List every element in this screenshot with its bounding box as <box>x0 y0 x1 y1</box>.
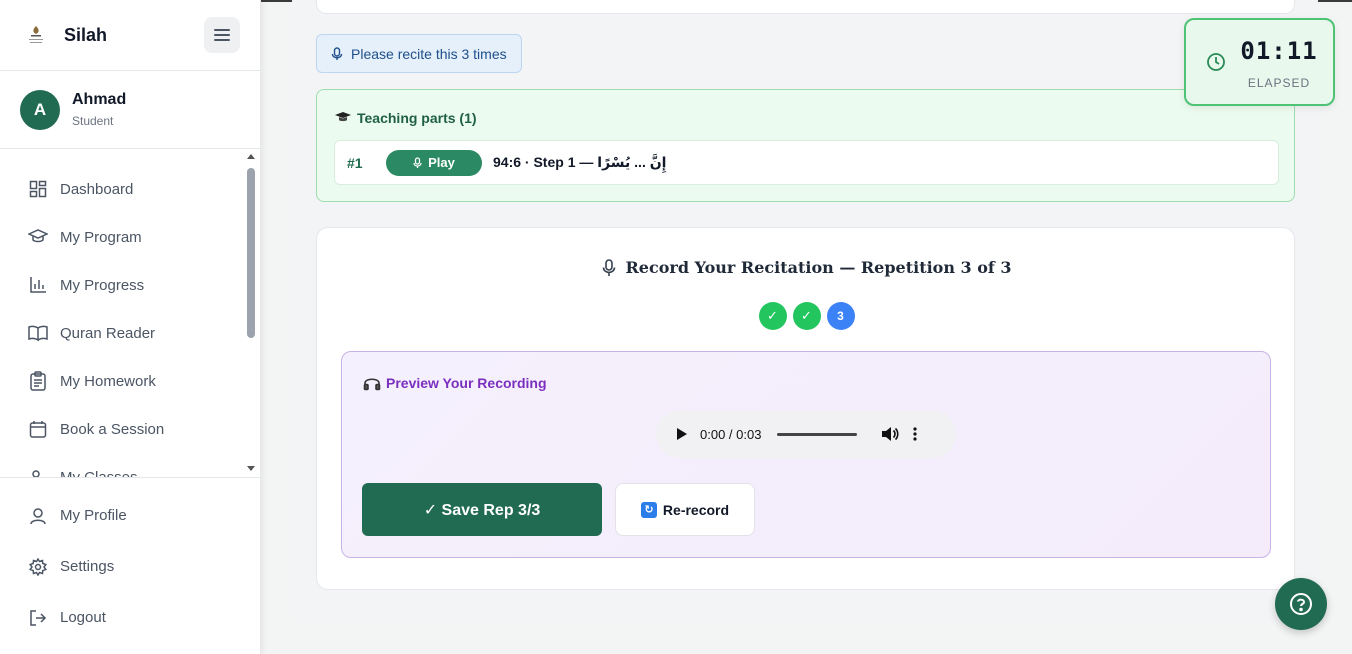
microphone-icon <box>413 156 422 168</box>
teaching-part-row: #1 Play 94:6 · Step 1 — إِنَّ ... يُسْرً… <box>334 140 1279 185</box>
teaching-parts-panel: Teaching parts (1) #1 Play 94:6 · Step 1… <box>316 89 1295 202</box>
sidebar-item-my-homework[interactable]: My Homework <box>0 357 260 405</box>
elapsed-timer: 01:11 ELAPSED <box>1184 18 1335 106</box>
audio-player[interactable]: 0:00 / 0:03 <box>656 410 956 458</box>
sidebar-item-label: My Homework <box>60 372 156 390</box>
sidebar-nav: Dashboard My Program My Progress Quran R… <box>0 150 260 477</box>
silah-logo-icon <box>24 23 48 47</box>
sidebar-item-label: Dashboard <box>60 180 134 198</box>
scroll-down-arrow-icon[interactable] <box>247 466 255 471</box>
sidebar-item-my-program[interactable]: My Program <box>0 213 260 261</box>
graduation-cap-icon <box>335 110 351 126</box>
audio-time: 0:00 / 0:03 <box>700 426 762 442</box>
book-open-icon <box>28 323 48 343</box>
timer-label: ELAPSED <box>1247 76 1311 90</box>
play-icon[interactable] <box>676 427 688 441</box>
volume-icon[interactable] <box>881 426 899 442</box>
rep-dot-current: 3 <box>826 302 855 330</box>
sidebar-item-dashboard[interactable]: Dashboard <box>0 165 260 213</box>
rep-dot-done: ✓ <box>792 302 821 330</box>
sidebar-item-book-a-session[interactable]: Book a Session <box>0 405 260 453</box>
re-record-button[interactable]: ↻ Re-record <box>615 483 755 536</box>
part-number: #1 <box>347 154 363 171</box>
part-text: 94:6 · Step 1 — إِنَّ ... يُسْرًا <box>493 154 667 170</box>
refresh-icon: ↻ <box>640 501 657 518</box>
main-content: Please recite this 3 times Teaching part… <box>292 0 1318 622</box>
brand-name: Silah <box>64 24 108 45</box>
clipboard-icon <box>28 371 48 391</box>
sidebar-item-my-progress[interactable]: My Progress <box>0 261 260 309</box>
scroll-up-arrow-icon[interactable] <box>247 154 255 159</box>
graduation-cap-icon <box>28 227 48 247</box>
user-card: A Ahmad Student <box>0 71 260 149</box>
help-button[interactable] <box>1275 578 1327 630</box>
avatar: A <box>20 89 60 130</box>
previous-card <box>316 0 1295 14</box>
recording-preview-panel: Preview Your Recording 0:00 / 0:03 ✓ Sav… <box>341 351 1271 558</box>
sidebar-item-quran-reader[interactable]: Quran Reader <box>0 309 260 357</box>
teaching-parts-title: Teaching parts (1) <box>335 110 477 126</box>
sidebar-item-my-classes[interactable]: My Classes <box>0 453 260 477</box>
audio-seek-bar[interactable] <box>777 432 858 436</box>
sidebar-item-my-profile[interactable]: My Profile <box>0 490 260 541</box>
sidebar-item-label: My Progress <box>60 276 145 294</box>
hamburger-icon <box>214 29 230 41</box>
users-icon <box>28 467 48 477</box>
timer-value: 01:11 <box>1240 37 1318 65</box>
clock-icon <box>1207 53 1225 71</box>
sidebar-item-logout[interactable]: Logout <box>0 592 260 643</box>
sidebar-item-label: My Program <box>60 228 142 246</box>
more-options-icon[interactable] <box>913 426 918 442</box>
user-icon <box>28 506 48 526</box>
dashboard-icon <box>28 179 48 199</box>
scroll-thumb[interactable] <box>247 168 255 338</box>
sidebar: Silah A Ahmad Student Dashboard My Progr… <box>0 0 261 654</box>
sidebar-item-label: My Profile <box>60 507 127 524</box>
rep-dot-done: ✓ <box>758 302 787 330</box>
sidebar-item-label: Book a Session <box>60 420 165 438</box>
sidebar-item-label: Quran Reader <box>60 324 156 342</box>
brand-header: Silah <box>0 0 260 71</box>
calendar-icon <box>28 419 48 439</box>
help-icon <box>1290 593 1312 615</box>
sidebar-item-label: Settings <box>60 558 115 575</box>
logout-icon <box>28 608 48 628</box>
microphone-icon <box>331 46 343 60</box>
bar-chart-icon <box>28 275 48 295</box>
sidebar-item-settings[interactable]: Settings <box>0 541 260 592</box>
preview-title: Preview Your Recording <box>363 375 547 391</box>
recite-notice: Please recite this 3 times <box>316 34 522 73</box>
user-role: Student <box>72 114 114 128</box>
sidebar-item-label: My Classes <box>60 468 138 478</box>
menu-toggle-button[interactable] <box>204 17 240 53</box>
record-title: Record Your Recitation — Repetition 3 of… <box>317 258 1296 277</box>
user-name: Ahmad <box>72 91 127 108</box>
gear-icon <box>28 557 48 577</box>
microphone-icon <box>602 258 615 276</box>
sidebar-scrollbar[interactable] <box>246 150 256 477</box>
headphones-icon <box>363 378 381 391</box>
repetition-progress: ✓ ✓ 3 <box>317 302 1296 330</box>
sidebar-bottom-nav: My Profile Settings Logout <box>0 477 260 643</box>
play-button[interactable]: Play <box>386 149 482 176</box>
record-recitation-card: Record Your Recitation — Repetition 3 of… <box>316 227 1295 590</box>
sidebar-item-label: Logout <box>60 609 106 626</box>
save-rep-button[interactable]: ✓ Save Rep 3/3 <box>362 483 602 536</box>
